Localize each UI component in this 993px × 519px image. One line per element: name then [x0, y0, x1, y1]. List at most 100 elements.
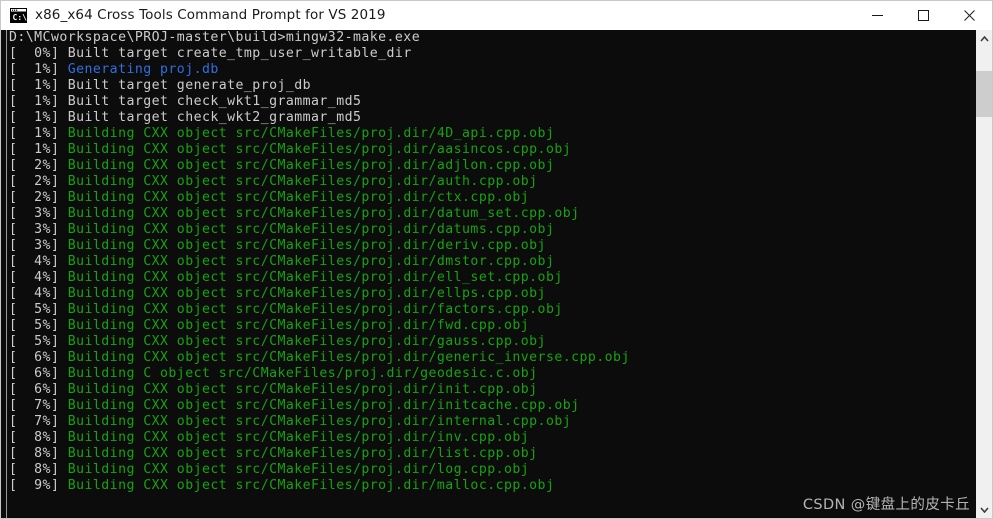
terminal-line-text: Building CXX object src/CMakeFiles/proj.…: [67, 446, 538, 461]
terminal-line-text: Building CXX object src/CMakeFiles/proj.…: [67, 302, 563, 317]
progress-prefix: [ 1%]: [9, 78, 68, 93]
terminal-line-text: Building CXX object src/CMakeFiles/proj.…: [67, 190, 530, 205]
progress-prefix: [ 1%]: [9, 126, 68, 141]
chevron-up-icon: [979, 35, 989, 42]
terminal-line-text: Building CXX object src/CMakeFiles/proj.…: [67, 286, 546, 301]
terminal-line-text: Generating proj.db: [67, 62, 219, 77]
terminal-line-text: Building CXX object src/CMakeFiles/proj.…: [67, 222, 555, 237]
terminal-line-text: Building CXX object src/CMakeFiles/proj.…: [67, 430, 530, 445]
terminal-line: [ 0%] Built target create_tmp_user_writa…: [9, 46, 975, 62]
scroll-up-button[interactable]: [976, 30, 992, 47]
scrollbar-thumb[interactable]: [976, 71, 992, 117]
terminal-line: [ 4%] Building CXX object src/CMakeFiles…: [9, 270, 975, 286]
progress-prefix: [ 4%]: [9, 286, 68, 301]
progress-prefix: [ 8%]: [9, 462, 68, 477]
terminal-line: [ 1%] Building CXX object src/CMakeFiles…: [9, 126, 975, 142]
terminal-line-text: Building CXX object src/CMakeFiles/proj.…: [67, 270, 563, 285]
terminal-line: [ 4%] Building CXX object src/CMakeFiles…: [9, 286, 975, 302]
progress-prefix: [ 5%]: [9, 302, 68, 317]
terminal-line-text: Building CXX object src/CMakeFiles/proj.…: [67, 318, 530, 333]
progress-prefix: [ 4%]: [9, 270, 68, 285]
terminal-line: [ 9%] Building CXX object src/CMakeFiles…: [9, 478, 975, 494]
scrollbar-track[interactable]: [976, 47, 992, 501]
terminal-line: [ 5%] Building CXX object src/CMakeFiles…: [9, 302, 975, 318]
terminal-line: [ 1%] Built target check_wkt2_grammar_md…: [9, 110, 975, 126]
terminal-line-list: [ 0%] Built target create_tmp_user_writa…: [9, 46, 975, 494]
window-controls: [854, 1, 992, 30]
terminal-line-text: Building CXX object src/CMakeFiles/proj.…: [67, 334, 546, 349]
terminal-line: [ 3%] Building CXX object src/CMakeFiles…: [9, 238, 975, 254]
progress-prefix: [ 6%]: [9, 350, 68, 365]
terminal-line-text: Building CXX object src/CMakeFiles/proj.…: [67, 174, 538, 189]
terminal-line: [ 1%] Generating proj.db: [9, 62, 975, 78]
terminal-line-text: Built target check_wkt1_grammar_md5: [67, 94, 362, 109]
terminal-line: [ 8%] Building CXX object src/CMakeFiles…: [9, 430, 975, 446]
terminal-line: [ 2%] Building CXX object src/CMakeFiles…: [9, 190, 975, 206]
close-icon: [963, 10, 975, 21]
maximize-icon: [917, 10, 929, 21]
progress-prefix: [ 1%]: [9, 110, 68, 125]
window-title: x86_x64 Cross Tools Command Prompt for V…: [35, 6, 386, 23]
progress-prefix: [ 2%]: [9, 158, 68, 173]
terminal-line: [ 3%] Building CXX object src/CMakeFiles…: [9, 222, 975, 238]
title-bar[interactable]: C:\ x86_x64 Cross Tools Command Prompt f…: [0, 0, 993, 30]
terminal-line-text: Building CXX object src/CMakeFiles/proj.…: [67, 462, 530, 477]
progress-prefix: [ 6%]: [9, 366, 68, 381]
progress-prefix: [ 0%]: [9, 46, 68, 61]
progress-prefix: [ 3%]: [9, 222, 68, 237]
scroll-down-button[interactable]: [976, 501, 992, 518]
terminal-line-text: Building CXX object src/CMakeFiles/proj.…: [67, 350, 630, 365]
progress-prefix: [ 8%]: [9, 446, 68, 461]
terminal-line-text: Building CXX object src/CMakeFiles/proj.…: [67, 398, 580, 413]
terminal-line: [ 6%] Building CXX object src/CMakeFiles…: [9, 350, 975, 366]
terminal-line: [ 1%] Built target generate_proj_db: [9, 78, 975, 94]
vertical-scrollbar[interactable]: [975, 30, 992, 518]
terminal-output[interactable]: D:\MCworkspace\PROJ-master\build>mingw32…: [7, 30, 975, 518]
progress-prefix: [ 1%]: [9, 94, 68, 109]
terminal-line: [ 2%] Building CXX object src/CMakeFiles…: [9, 158, 975, 174]
terminal-line-text: Building CXX object src/CMakeFiles/proj.…: [67, 158, 555, 173]
chevron-down-icon: [979, 506, 989, 513]
terminal-line-text: Building CXX object src/CMakeFiles/proj.…: [67, 238, 546, 253]
console-icon: C:\: [10, 8, 27, 23]
terminal-line: [ 8%] Building CXX object src/CMakeFiles…: [9, 446, 975, 462]
terminal-line-text: Building C object src/CMakeFiles/proj.di…: [67, 366, 538, 381]
progress-prefix: [ 7%]: [9, 398, 68, 413]
minimize-button[interactable]: [854, 1, 900, 30]
terminal-line-text: Built target create_tmp_user_writable_di…: [67, 46, 412, 61]
minimize-icon: [871, 15, 883, 16]
terminal-line: [ 1%] Built target check_wkt1_grammar_md…: [9, 94, 975, 110]
progress-prefix: [ 3%]: [9, 238, 68, 253]
progress-prefix: [ 3%]: [9, 206, 68, 221]
progress-prefix: [ 9%]: [9, 478, 68, 493]
progress-prefix: [ 6%]: [9, 382, 68, 397]
progress-prefix: [ 5%]: [9, 318, 68, 333]
terminal-line-text: Built target check_wkt2_grammar_md5: [67, 110, 362, 125]
command-prompt-window: C:\ x86_x64 Cross Tools Command Prompt f…: [0, 0, 993, 519]
progress-prefix: [ 5%]: [9, 334, 68, 349]
maximize-button[interactable]: [900, 1, 946, 30]
terminal-line: [ 7%] Building CXX object src/CMakeFiles…: [9, 398, 975, 414]
terminal-line: [ 1%] Building CXX object src/CMakeFiles…: [9, 142, 975, 158]
terminal-line: [ 3%] Building CXX object src/CMakeFiles…: [9, 206, 975, 222]
close-button[interactable]: [946, 1, 992, 30]
terminal-body: D:\MCworkspace\PROJ-master\build>mingw32…: [0, 30, 993, 519]
terminal-line: [ 8%] Building CXX object src/CMakeFiles…: [9, 462, 975, 478]
progress-prefix: [ 1%]: [9, 142, 68, 157]
terminal-line: [ 6%] Building C object src/CMakeFiles/p…: [9, 366, 975, 382]
terminal-line: [ 7%] Building CXX object src/CMakeFiles…: [9, 414, 975, 430]
terminal-line: [ 4%] Building CXX object src/CMakeFiles…: [9, 254, 975, 270]
progress-prefix: [ 2%]: [9, 174, 68, 189]
terminal-line-text: Building CXX object src/CMakeFiles/proj.…: [67, 382, 538, 397]
progress-prefix: [ 2%]: [9, 190, 68, 205]
terminal-prompt-line: D:\MCworkspace\PROJ-master\build>mingw32…: [9, 30, 421, 45]
terminal-line-text: Built target generate_proj_db: [67, 78, 312, 93]
terminal-line-text: Building CXX object src/CMakeFiles/proj.…: [67, 206, 580, 221]
terminal-line-text: Building CXX object src/CMakeFiles/proj.…: [67, 414, 572, 429]
progress-prefix: [ 8%]: [9, 430, 68, 445]
progress-prefix: [ 4%]: [9, 254, 68, 269]
terminal-line-text: Building CXX object src/CMakeFiles/proj.…: [67, 254, 555, 269]
svg-text:C:\: C:\: [13, 13, 28, 22]
terminal-line: [ 5%] Building CXX object src/CMakeFiles…: [9, 318, 975, 334]
terminal-line-text: Building CXX object src/CMakeFiles/proj.…: [67, 478, 555, 493]
